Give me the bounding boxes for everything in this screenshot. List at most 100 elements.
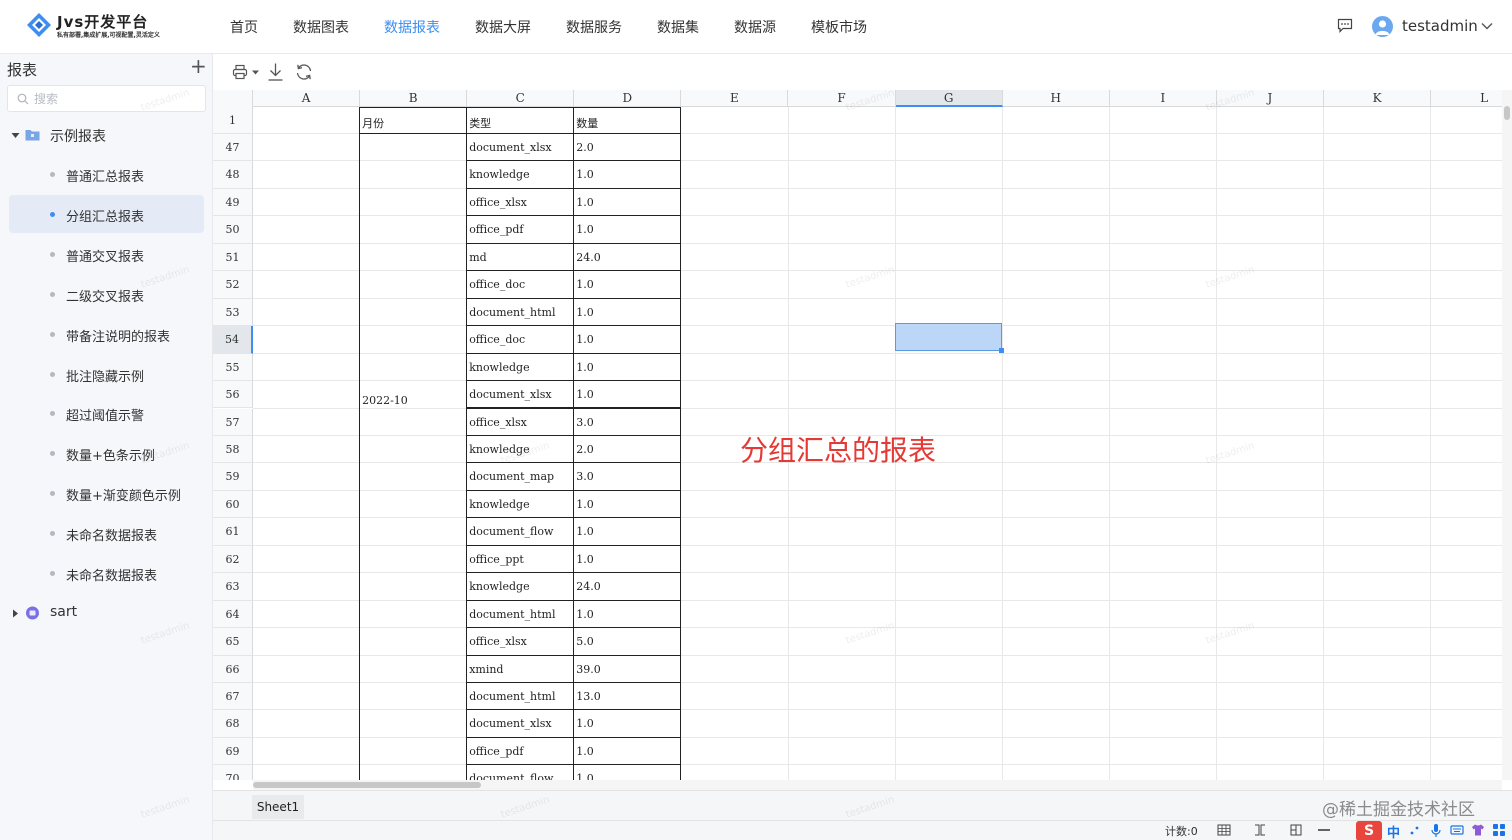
cell-qty[interactable]: 1.0 (573, 216, 678, 243)
cell-type[interactable]: office_doc (466, 326, 571, 353)
vertical-scrollbar[interactable] (1502, 90, 1512, 780)
column-header[interactable]: A (253, 90, 361, 107)
message-icon[interactable] (1337, 18, 1353, 33)
print-icon[interactable] (232, 62, 248, 82)
sheet-tab[interactable]: Sheet1 (252, 795, 304, 819)
search-input[interactable] (34, 90, 194, 108)
tree-item-report[interactable]: 数量+渐变颜色示例 (9, 474, 204, 512)
column-header[interactable]: C (467, 90, 575, 107)
cell-type[interactable]: document_map (466, 463, 571, 490)
row-header[interactable]: 60 (213, 490, 253, 519)
cell-type[interactable]: office_pdf (466, 216, 571, 243)
row-header[interactable]: 61 (213, 518, 253, 546)
tree-item-report[interactable]: 普通交叉报表 (9, 235, 204, 273)
cell-qty[interactable]: 1.0 (573, 326, 678, 353)
cell-qty[interactable]: 1.0 (573, 765, 678, 780)
header-cell-month[interactable]: 月份 (359, 110, 464, 137)
tree-folder-examples[interactable]: 示例报表 (0, 123, 213, 149)
column-header[interactable]: I (1110, 90, 1217, 107)
column-header[interactable]: G (895, 90, 1003, 107)
cell-qty[interactable]: 1.0 (573, 381, 678, 408)
caret-right-icon[interactable] (11, 609, 20, 618)
cell-qty[interactable]: 39.0 (573, 656, 678, 683)
nav-item-7[interactable]: 模板市场 (799, 0, 879, 54)
cell-type[interactable]: knowledge (466, 354, 571, 381)
tree-item-report[interactable]: 超过阈值示警 (9, 394, 204, 432)
ime-logo-icon[interactable]: S (1356, 821, 1382, 840)
cell-type[interactable]: office_pdf (466, 738, 571, 765)
row-header[interactable]: 69 (213, 737, 253, 766)
add-report-button[interactable]: + (190, 56, 207, 76)
column-header[interactable]: J (1217, 90, 1324, 107)
chevron-down-icon[interactable] (1480, 20, 1494, 32)
row-header[interactable]: 54 (213, 326, 253, 354)
cell-qty[interactable]: 1.0 (573, 491, 678, 518)
select-all-corner[interactable] (213, 90, 253, 107)
row-header[interactable]: 59 (213, 463, 253, 491)
cell-type[interactable]: document_xlsx (466, 381, 571, 408)
microphone-icon[interactable] (1430, 823, 1442, 838)
cell-type[interactable]: document_html (466, 299, 571, 326)
header-cell-type[interactable]: 类型 (466, 110, 571, 137)
cell-type[interactable]: knowledge (466, 573, 571, 600)
cell-type[interactable]: knowledge (466, 491, 571, 518)
row-header[interactable]: 64 (213, 600, 253, 629)
cell-qty[interactable]: 3.0 (573, 409, 678, 436)
cell-qty[interactable]: 1.0 (573, 271, 678, 298)
row-header[interactable]: 63 (213, 573, 253, 601)
zoom-minus-icon[interactable] (1317, 823, 1331, 837)
row-header[interactable]: 49 (213, 188, 253, 217)
column-header[interactable]: F (789, 90, 896, 107)
cell-type[interactable]: document_xlsx (466, 710, 571, 737)
toolbox-grid-icon[interactable] (1492, 823, 1506, 837)
nav-item-2[interactable]: 数据报表 (372, 0, 452, 54)
cell-type[interactable]: document_html (466, 683, 571, 710)
row-header[interactable]: 65 (213, 628, 253, 656)
ime-chinese-mode[interactable]: 中 (1387, 822, 1400, 840)
keyboard-icon[interactable] (1450, 823, 1464, 837)
tree-item-report[interactable]: 带备注说明的报表 (9, 315, 204, 353)
cell-type[interactable]: office_ppt (466, 546, 571, 573)
cell-qty[interactable]: 1.0 (573, 710, 678, 737)
cell-qty[interactable]: 1.0 (573, 546, 678, 573)
cell-qty[interactable]: 24.0 (573, 573, 678, 600)
cell-qty[interactable]: 1.0 (573, 518, 678, 545)
refresh-icon[interactable] (295, 62, 313, 82)
page-break-icon[interactable] (1253, 823, 1267, 837)
cell-type[interactable]: document_flow (466, 518, 571, 545)
cell-qty[interactable]: 1.0 (573, 738, 678, 765)
row-header[interactable]: 52 (213, 271, 253, 299)
nav-item-5[interactable]: 数据集 (645, 0, 711, 54)
download-icon[interactable] (267, 62, 284, 82)
row-header[interactable]: 53 (213, 298, 253, 327)
cell-type[interactable]: office_doc (466, 271, 571, 298)
logo[interactable]: Jvs开发平台 私有部署,集成扩展,可视配置,灵活定义 (26, 10, 196, 44)
nav-item-1[interactable]: 数据图表 (281, 0, 361, 54)
nav-item-3[interactable]: 数据大屏 (463, 0, 543, 54)
tree-item-report[interactable]: 分组汇总报表 (9, 194, 204, 233)
cell-type[interactable]: office_xlsx (466, 189, 571, 216)
cell-qty[interactable]: 24.0 (573, 244, 678, 271)
user-avatar-icon[interactable] (1372, 16, 1393, 37)
cell-qty[interactable]: 1.0 (573, 299, 678, 326)
row-header[interactable]: 67 (213, 683, 253, 711)
spreadsheet-grid[interactable]: 月份 类型 数量 document_xlsx 2.0 knowledge 1.0 office… (213, 90, 1502, 780)
horizontal-scroll-thumb[interactable] (253, 782, 481, 788)
cell-type[interactable]: office_xlsx (466, 409, 571, 436)
row-header[interactable]: 68 (213, 710, 253, 738)
tree-item-report[interactable]: 批注隐藏示例 (9, 355, 204, 393)
ime-punct-icon[interactable] (1409, 823, 1421, 837)
tree-folder-sart[interactable]: sart (0, 601, 213, 627)
row-header[interactable]: 58 (213, 435, 253, 464)
tree-item-report[interactable]: 数量+色条示例 (9, 434, 204, 472)
cell-type[interactable]: md (466, 244, 571, 271)
cell-qty[interactable]: 3.0 (573, 463, 678, 490)
row-header[interactable]: 47 (213, 134, 253, 162)
row-header[interactable]: 50 (213, 216, 253, 244)
cell-qty[interactable]: 1.0 (573, 161, 678, 188)
column-header[interactable]: K (1324, 90, 1432, 107)
row-header[interactable]: 57 (213, 408, 253, 436)
row-header[interactable]: 66 (213, 655, 253, 683)
column-header[interactable]: E (681, 90, 789, 107)
row-header[interactable]: 51 (213, 243, 253, 272)
